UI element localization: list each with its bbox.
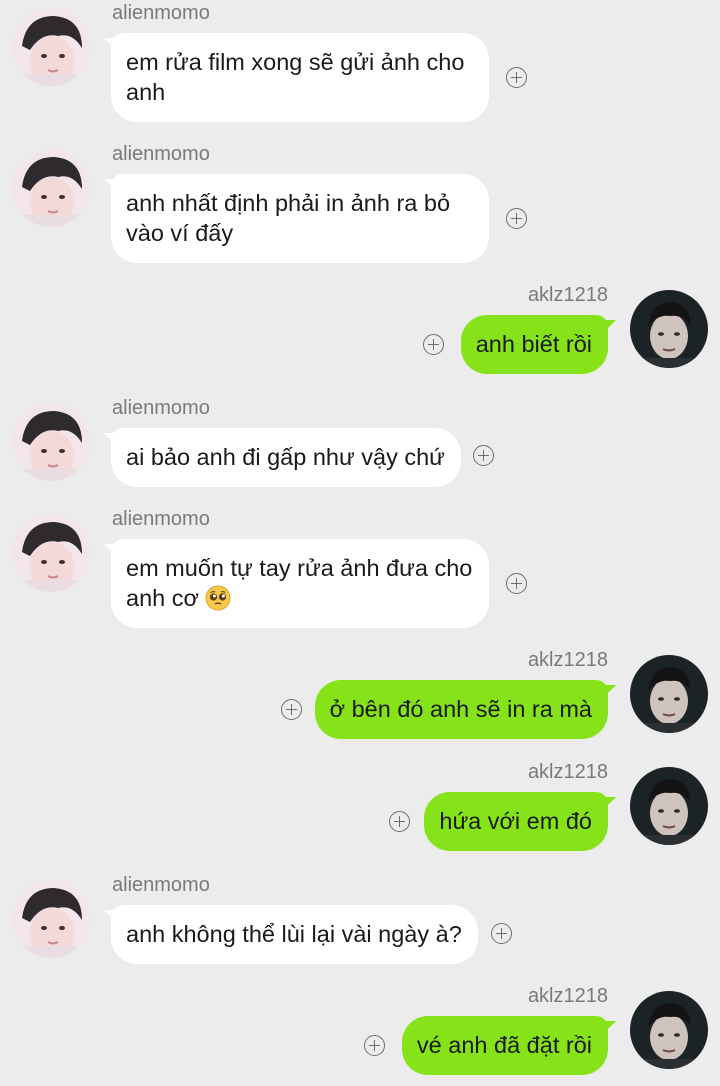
message-incoming: alienmomo anh nhất định phải in ảnh ra b…: [0, 143, 720, 268]
avatar-aklz1218[interactable]: [630, 290, 708, 368]
message-incoming: alienmomo em muốn tự tay rửa ảnh đưa cho…: [0, 508, 720, 633]
message-text: vé anh đã đặt rồi: [416, 1032, 592, 1058]
sender-name: aklz1218: [527, 985, 608, 1007]
message-incoming: alienmomo ai bảo anh đi gấp như vậy chứ: [0, 397, 720, 497]
avatar-alienmomo[interactable]: [12, 403, 90, 481]
message-outgoing: aklz1218 anh biết rồi: [0, 284, 720, 384]
message-incoming: alienmomo em rửa film xong sẽ gửi ảnh ch…: [0, 2, 720, 127]
chat-thread: alienmomo em rửa film xong sẽ gửi ảnh ch…: [0, 0, 720, 1086]
message-text: anh biết rồi: [475, 331, 592, 357]
message-bubble[interactable]: em muốn tự tay rửa ảnh đưa cho anh cơ: [111, 539, 489, 628]
avatar-alienmomo[interactable]: [12, 514, 90, 592]
message-bubble[interactable]: anh biết rồi: [460, 315, 608, 374]
plus-circle-icon[interactable]: [491, 923, 512, 944]
pleading-face-emoji: [205, 585, 231, 611]
avatar-aklz1218[interactable]: [630, 767, 708, 845]
avatar-aklz1218[interactable]: [630, 991, 708, 1069]
message-text: hứa với em đó: [439, 808, 592, 834]
sender-name: aklz1218: [527, 284, 608, 306]
plus-circle-icon[interactable]: [281, 699, 302, 720]
message-text: ở bên đó anh sẽ in ra mà: [329, 696, 592, 722]
plus-circle-icon[interactable]: [506, 573, 527, 594]
message-bubble[interactable]: ở bên đó anh sẽ in ra mà: [314, 680, 608, 739]
sender-name: alienmomo: [112, 508, 210, 530]
message-bubble[interactable]: anh không thể lùi lại vài ngày à?: [111, 905, 478, 964]
message-bubble[interactable]: ai bảo anh đi gấp như vậy chứ: [111, 428, 461, 487]
plus-circle-icon[interactable]: [364, 1035, 385, 1056]
plus-circle-icon[interactable]: [423, 334, 444, 355]
avatar-aklz1218[interactable]: [630, 655, 708, 733]
avatar-alienmomo[interactable]: [12, 8, 90, 86]
message-bubble[interactable]: vé anh đã đặt rồi: [401, 1016, 608, 1075]
sender-name: aklz1218: [527, 761, 608, 783]
message-bubble[interactable]: em rửa film xong sẽ gửi ảnh cho anh: [111, 33, 489, 122]
avatar-alienmomo[interactable]: [12, 880, 90, 958]
plus-circle-icon[interactable]: [389, 811, 410, 832]
plus-circle-icon[interactable]: [473, 445, 494, 466]
message-outgoing: aklz1218 vé anh đã đặt rồi: [0, 985, 720, 1085]
message-outgoing: aklz1218 hứa với em đó: [0, 761, 720, 861]
message-text: anh không thể lùi lại vài ngày à?: [126, 921, 462, 947]
message-incoming: alienmomo anh không thể lùi lại vài ngày…: [0, 874, 720, 974]
message-bubble[interactable]: hứa với em đó: [424, 792, 608, 851]
message-bubble[interactable]: anh nhất định phải in ảnh ra bỏ vào ví đ…: [111, 174, 489, 263]
message-text: ai bảo anh đi gấp như vậy chứ: [126, 444, 445, 470]
message-text: em muốn tự tay rửa ảnh đưa cho anh cơ: [126, 555, 473, 611]
avatar-alienmomo[interactable]: [12, 149, 90, 227]
sender-name: alienmomo: [112, 2, 210, 24]
plus-circle-icon[interactable]: [506, 208, 527, 229]
sender-name: alienmomo: [112, 143, 210, 165]
message-text: anh nhất định phải in ảnh ra bỏ vào ví đ…: [126, 190, 451, 246]
message-outgoing: aklz1218 ở bên đó anh sẽ in ra mà: [0, 649, 720, 749]
plus-circle-icon[interactable]: [506, 67, 527, 88]
message-text: em rửa film xong sẽ gửi ảnh cho anh: [126, 49, 465, 105]
sender-name: alienmomo: [112, 874, 210, 896]
sender-name: aklz1218: [527, 649, 608, 671]
sender-name: alienmomo: [112, 397, 210, 419]
